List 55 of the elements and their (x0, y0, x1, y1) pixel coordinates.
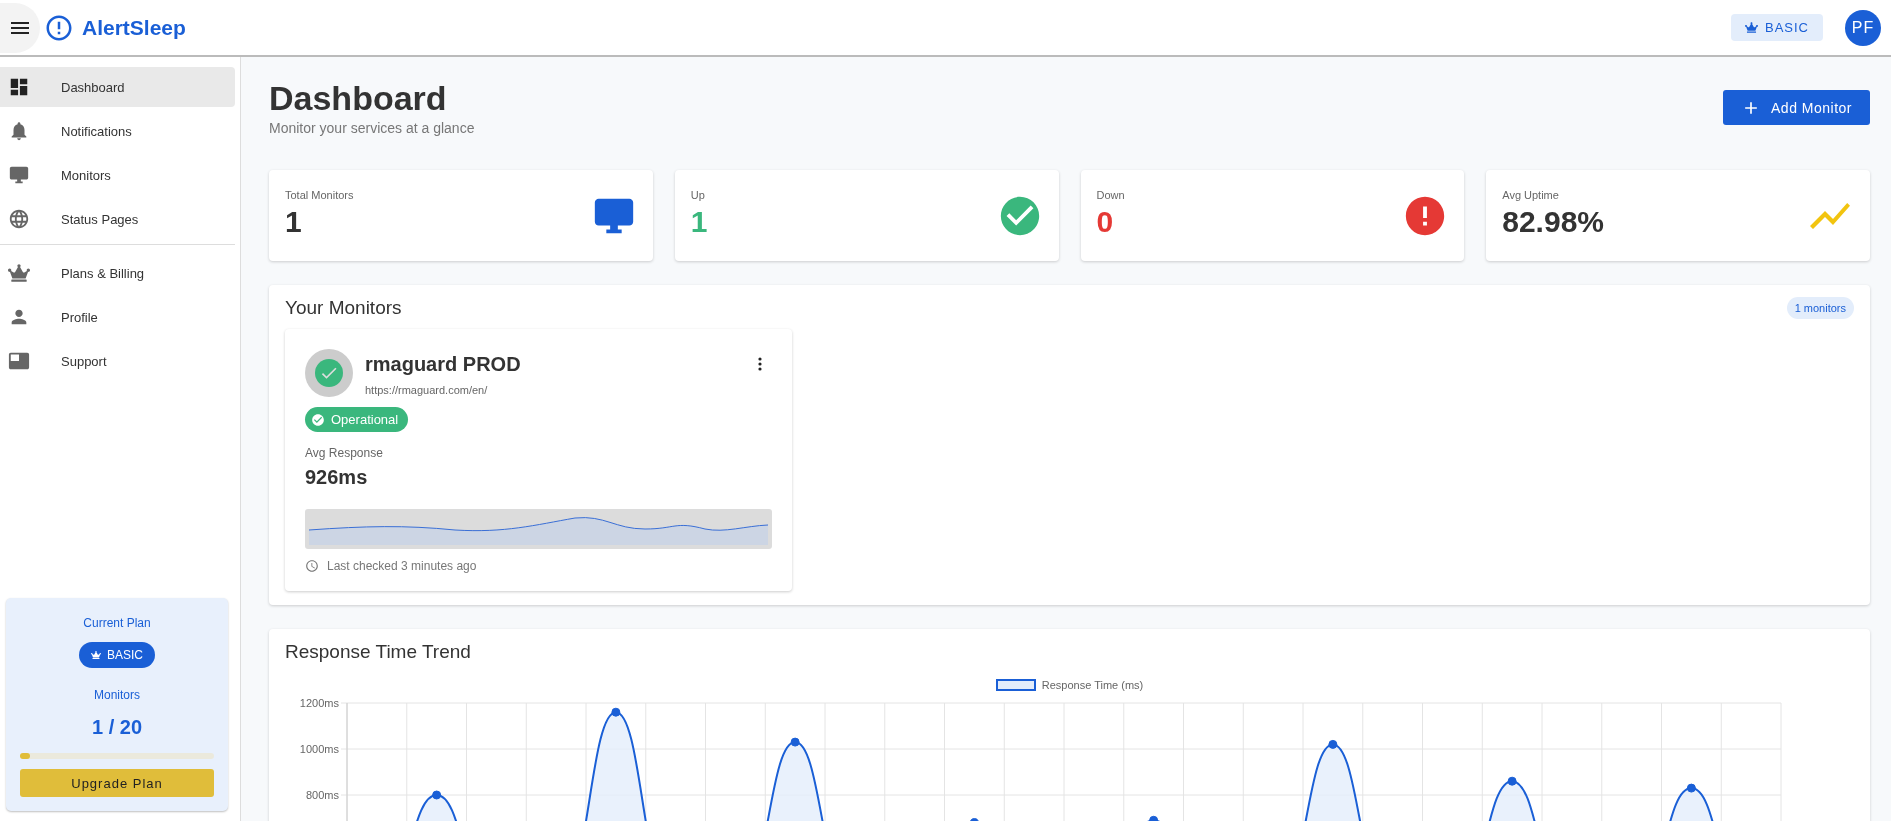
data-point (1149, 815, 1159, 821)
stat-label: Total Monitors (285, 189, 354, 201)
legend-label: Response Time (ms) (1041, 679, 1144, 691)
more-vert-icon (758, 357, 762, 371)
upgrade-button[interactable]: Upgrade Plan (20, 769, 214, 797)
y-axis-label: 800ms (305, 789, 339, 801)
plan-title: Current Plan (83, 616, 151, 630)
crown-icon (91, 650, 101, 660)
menu-button[interactable] (0, 2, 40, 53)
monitor-url: https://rmaguard.com/en/ (365, 384, 489, 396)
monitor-name: rmaguard PROD (365, 353, 522, 376)
avg-response-label: Avg Response (305, 446, 384, 460)
last-checked: Last checked 3 minutes ago (305, 559, 772, 573)
monitors-label: Monitors (94, 688, 140, 702)
stat-value: 1 (690, 205, 708, 239)
legend-swatch (995, 679, 1036, 691)
data-point (611, 707, 621, 717)
data-point (969, 818, 979, 821)
stat-label: Down (1096, 189, 1125, 201)
add-monitor-button[interactable]: Add Monitor (1723, 90, 1870, 125)
monitor-usage: 1 / 20 (91, 716, 142, 739)
stat-value: 1 (285, 205, 303, 239)
data-point (432, 790, 442, 800)
plan-badge: BASIC (79, 642, 155, 668)
panel-title: Your Monitors (285, 297, 402, 319)
brand-name: AlertSleep (82, 15, 186, 40)
monitor-count: 1 monitors (1786, 297, 1854, 319)
crown-icon (1745, 21, 1758, 34)
clock-icon (305, 559, 319, 573)
y-axis-label: 1000ms (299, 743, 339, 755)
stat-label: Up (690, 189, 706, 201)
sidebar-item[interactable]: Status Pages (0, 199, 235, 239)
data-point (1507, 776, 1517, 786)
panel-title: Response Time Trend (285, 641, 472, 663)
y-axis-label: 1200ms (299, 697, 339, 709)
page-title: Dashboard (269, 79, 448, 118)
data-point (790, 737, 800, 747)
avg-response-value: 926ms (305, 466, 369, 489)
sidebar-item[interactable]: Dashboard (0, 67, 235, 107)
sidebar-item[interactable]: Plans & Billing (0, 253, 235, 293)
dashboard-icon (8, 76, 30, 98)
sidebar-item[interactable]: Monitors (0, 155, 235, 195)
monitors-icon (8, 164, 30, 186)
plan-badge[interactable]: BASIC (1731, 14, 1823, 41)
data-point (1328, 739, 1338, 749)
stat-value: 82.98% (1502, 205, 1604, 239)
stat-label: Avg Uptime (1502, 189, 1560, 201)
sidebar-item[interactable]: Profile (0, 297, 235, 337)
stat-value: 0 (1096, 205, 1115, 239)
sidebar-item[interactable]: Support (0, 341, 235, 381)
status-chip: Operational (305, 407, 409, 432)
data-point (1686, 783, 1696, 793)
page-subtitle: Monitor your services at a glance (269, 120, 475, 136)
user-avatar[interactable]: PF (1845, 9, 1881, 46)
sidebar-item[interactable]: Notifications (0, 111, 235, 151)
